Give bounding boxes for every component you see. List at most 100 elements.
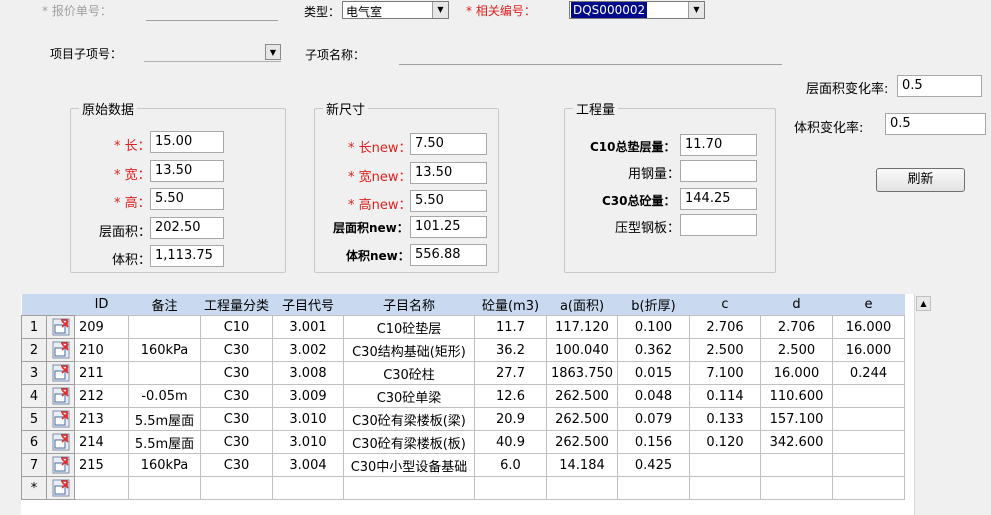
table-cell[interactable]: 0.079 bbox=[617, 407, 690, 431]
table-cell[interactable] bbox=[832, 384, 905, 408]
table-cell[interactable]: 12.6 bbox=[474, 384, 547, 408]
column-header[interactable]: b(折厚) bbox=[617, 294, 690, 316]
table-cell[interactable]: 14.184 bbox=[546, 453, 618, 477]
table-cell[interactable]: 3.009 bbox=[272, 384, 344, 408]
column-header[interactable]: 备注 bbox=[128, 294, 201, 316]
table-cell[interactable] bbox=[74, 476, 129, 500]
table-cell[interactable]: 3.010 bbox=[272, 407, 344, 431]
edit-cell[interactable] bbox=[46, 338, 75, 362]
table-cell[interactable]: C30结构基础(矩形) bbox=[343, 338, 475, 362]
table-cell[interactable]: 11.7 bbox=[474, 315, 547, 339]
table-cell[interactable] bbox=[343, 476, 475, 500]
edit-row-icon[interactable] bbox=[52, 318, 70, 336]
table-cell[interactable]: 213 bbox=[74, 407, 129, 431]
table-cell[interactable]: 16.000 bbox=[832, 338, 905, 362]
table-cell[interactable] bbox=[128, 361, 201, 385]
table-cell[interactable]: C30砼有梁楼板(梁) bbox=[343, 407, 475, 431]
row-number[interactable]: 3 bbox=[21, 361, 47, 385]
table-cell[interactable]: 2.706 bbox=[689, 315, 761, 339]
table-cell[interactable]: C30 bbox=[200, 338, 273, 362]
chevron-down-icon[interactable]: ▼ bbox=[265, 44, 281, 60]
table-cell[interactable] bbox=[128, 315, 201, 339]
chevron-down-icon[interactable]: ▼ bbox=[688, 2, 704, 18]
edit-row-icon[interactable] bbox=[52, 364, 70, 382]
table-cell[interactable]: 262.500 bbox=[546, 407, 618, 431]
table-cell[interactable]: 157.100 bbox=[760, 407, 833, 431]
new-width-input[interactable]: 13.50 bbox=[410, 162, 487, 184]
table-row[interactable]: 3 211 C30 3.008 C30砼柱 27.7 1863.750 0.015 7.100 1… bbox=[21, 361, 905, 385]
table-cell[interactable]: 16.000 bbox=[760, 361, 833, 385]
table-cell[interactable]: 0.048 bbox=[617, 384, 690, 408]
table-cell[interactable]: 211 bbox=[74, 361, 129, 385]
table-cell[interactable]: 0.120 bbox=[689, 430, 761, 454]
table-cell[interactable]: -0.05m bbox=[128, 384, 201, 408]
subitem-name-input[interactable] bbox=[399, 64, 782, 65]
orig-area-input[interactable]: 202.50 bbox=[150, 217, 224, 239]
table-cell[interactable]: C30砼单梁 bbox=[343, 384, 475, 408]
row-number[interactable]: 7 bbox=[21, 453, 47, 477]
table-cell[interactable]: C30 bbox=[200, 430, 273, 454]
table-cell[interactable]: 0.156 bbox=[617, 430, 690, 454]
orig-volume-input[interactable]: 1,113.75 bbox=[150, 245, 224, 267]
volume-rate-input[interactable]: 0.5 bbox=[885, 113, 986, 135]
table-cell[interactable]: 3.001 bbox=[272, 315, 344, 339]
table-cell[interactable]: C30 bbox=[200, 384, 273, 408]
chevron-down-icon[interactable]: ▼ bbox=[432, 2, 448, 18]
table-cell[interactable] bbox=[474, 476, 547, 500]
row-number[interactable]: 2 bbox=[21, 338, 47, 362]
table-cell[interactable]: C10砼垫层 bbox=[343, 315, 475, 339]
edit-row-icon[interactable] bbox=[52, 387, 70, 405]
row-number[interactable]: * bbox=[21, 476, 47, 500]
steel-input[interactable] bbox=[680, 160, 757, 182]
edit-cell[interactable] bbox=[46, 407, 75, 431]
table-cell[interactable]: 16.000 bbox=[832, 315, 905, 339]
column-header[interactable]: d bbox=[760, 294, 833, 316]
table-cell[interactable]: C30 bbox=[200, 407, 273, 431]
table-cell[interactable] bbox=[760, 476, 833, 500]
table-cell[interactable]: 0.362 bbox=[617, 338, 690, 362]
table-cell[interactable]: 7.100 bbox=[689, 361, 761, 385]
column-header[interactable]: e bbox=[832, 294, 905, 316]
table-cell[interactable]: C30中小型设备基础 bbox=[343, 453, 475, 477]
edit-cell[interactable] bbox=[46, 453, 75, 477]
orig-length-input[interactable]: 15.00 bbox=[150, 131, 224, 153]
table-cell[interactable]: 20.9 bbox=[474, 407, 547, 431]
edit-cell[interactable] bbox=[46, 384, 75, 408]
edit-cell[interactable] bbox=[46, 430, 75, 454]
edit-row-icon[interactable] bbox=[52, 341, 70, 359]
table-row[interactable]: 1 209 C10 3.001 C10砼垫层 11.7 117.120 0.100 2.706 2… bbox=[21, 315, 905, 339]
table-cell[interactable]: 212 bbox=[74, 384, 129, 408]
table-cell[interactable] bbox=[832, 453, 905, 477]
edit-cell[interactable] bbox=[46, 315, 75, 339]
table-cell[interactable]: 40.9 bbox=[474, 430, 547, 454]
table-cell[interactable]: C30砼有梁楼板(板) bbox=[343, 430, 475, 454]
table-cell[interactable]: 0.114 bbox=[689, 384, 761, 408]
table-cell[interactable]: 3.002 bbox=[272, 338, 344, 362]
area-rate-input[interactable]: 0.5 bbox=[897, 75, 982, 97]
table-cell[interactable] bbox=[832, 407, 905, 431]
table-cell[interactable]: 262.500 bbox=[546, 384, 618, 408]
table-cell[interactable] bbox=[128, 476, 201, 500]
c30-input[interactable]: 144.25 bbox=[680, 188, 757, 210]
table-row[interactable]: 4 212 -0.05m C30 3.009 C30砼单梁 12.6 262.500 0.048… bbox=[21, 384, 905, 408]
table-cell[interactable]: 160kPa bbox=[128, 453, 201, 477]
table-cell[interactable]: 5.5m屋面 bbox=[128, 430, 201, 454]
table-cell[interactable]: C30 bbox=[200, 361, 273, 385]
column-header[interactable]: ID bbox=[74, 294, 129, 316]
table-cell[interactable]: 2.500 bbox=[689, 338, 761, 362]
table-cell[interactable]: 214 bbox=[74, 430, 129, 454]
table-cell[interactable]: 215 bbox=[74, 453, 129, 477]
table-cell[interactable] bbox=[200, 476, 273, 500]
refresh-button[interactable]: 刷新 bbox=[876, 168, 965, 192]
edit-cell[interactable] bbox=[46, 361, 75, 385]
table-cell[interactable]: 110.600 bbox=[760, 384, 833, 408]
table-cell[interactable]: 2.500 bbox=[760, 338, 833, 362]
table-cell[interactable]: 160kPa bbox=[128, 338, 201, 362]
edit-row-icon[interactable] bbox=[52, 433, 70, 451]
table-row[interactable]: 5 213 5.5m屋面 C30 3.010 C30砼有梁楼板(梁) 20.9 262.500… bbox=[21, 407, 905, 431]
data-grid[interactable]: ID 备注 工程量分类 子目代号 子目名称 砼量(m3) a(面积) b(折厚)… bbox=[21, 294, 914, 515]
column-header[interactable]: a(面积) bbox=[546, 294, 618, 316]
row-number[interactable]: 5 bbox=[21, 407, 47, 431]
table-cell[interactable]: 27.7 bbox=[474, 361, 547, 385]
table-cell[interactable]: 0.133 bbox=[689, 407, 761, 431]
